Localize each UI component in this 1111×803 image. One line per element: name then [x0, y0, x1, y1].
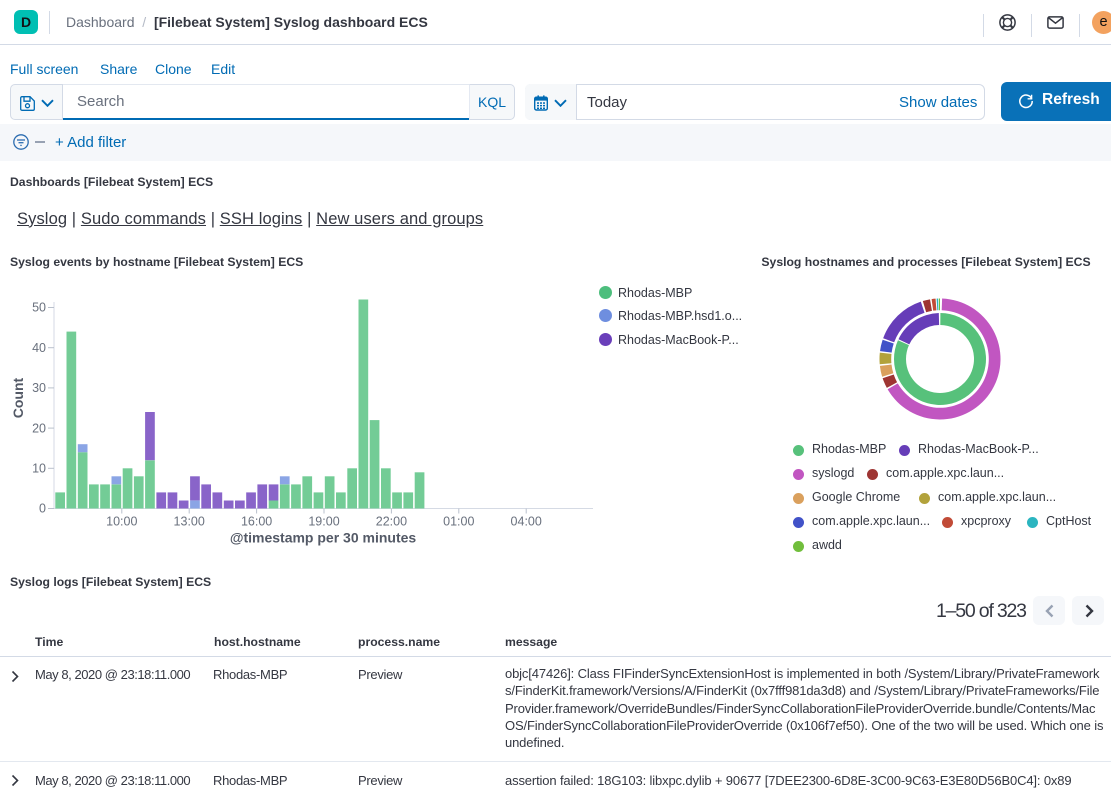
svg-text:10:00: 10:00	[106, 515, 137, 529]
svg-text:50: 50	[32, 301, 46, 315]
svg-text:40: 40	[32, 341, 46, 355]
svg-text:20: 20	[32, 421, 46, 435]
svg-text:04:00: 04:00	[511, 515, 542, 529]
svg-text:30: 30	[32, 381, 46, 395]
svg-text:13:00: 13:00	[174, 515, 205, 529]
svg-text:10: 10	[32, 462, 46, 476]
svg-text:16:00: 16:00	[241, 515, 272, 529]
svg-text:22:00: 22:00	[376, 515, 407, 529]
svg-text:@timestamp per 30 minutes: @timestamp per 30 minutes	[230, 530, 417, 546]
svg-text:19:00: 19:00	[308, 515, 339, 529]
svg-text:01:00: 01:00	[443, 515, 474, 529]
svg-text:Count: Count	[10, 377, 26, 418]
svg-text:0: 0	[39, 502, 46, 516]
